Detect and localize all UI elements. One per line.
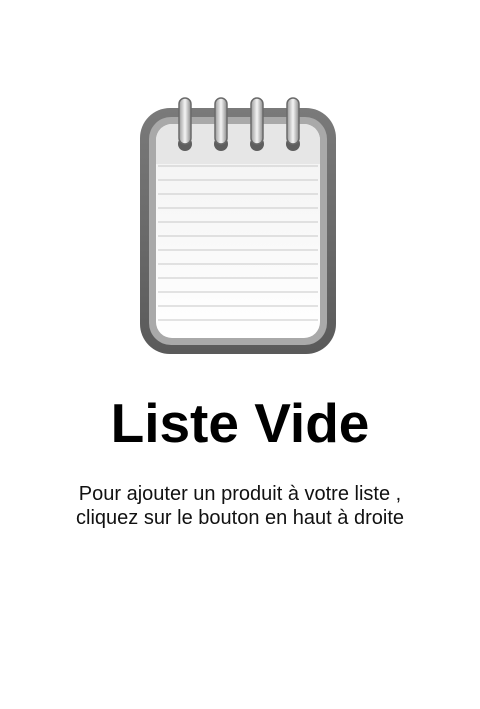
empty-list-message-line-2: cliquez sur le bouton en haut à droite bbox=[76, 507, 404, 529]
empty-list-state: Liste Vide Pour ajouter un produit à vot… bbox=[0, 0, 480, 709]
empty-list-message: Pour ajouter un produit à votre liste , … bbox=[0, 482, 480, 530]
notepad-icon bbox=[140, 97, 336, 354]
empty-list-title: Liste Vide bbox=[110, 392, 370, 454]
empty-list-message-line-1: Pour ajouter un produit à votre liste , bbox=[78, 483, 402, 505]
